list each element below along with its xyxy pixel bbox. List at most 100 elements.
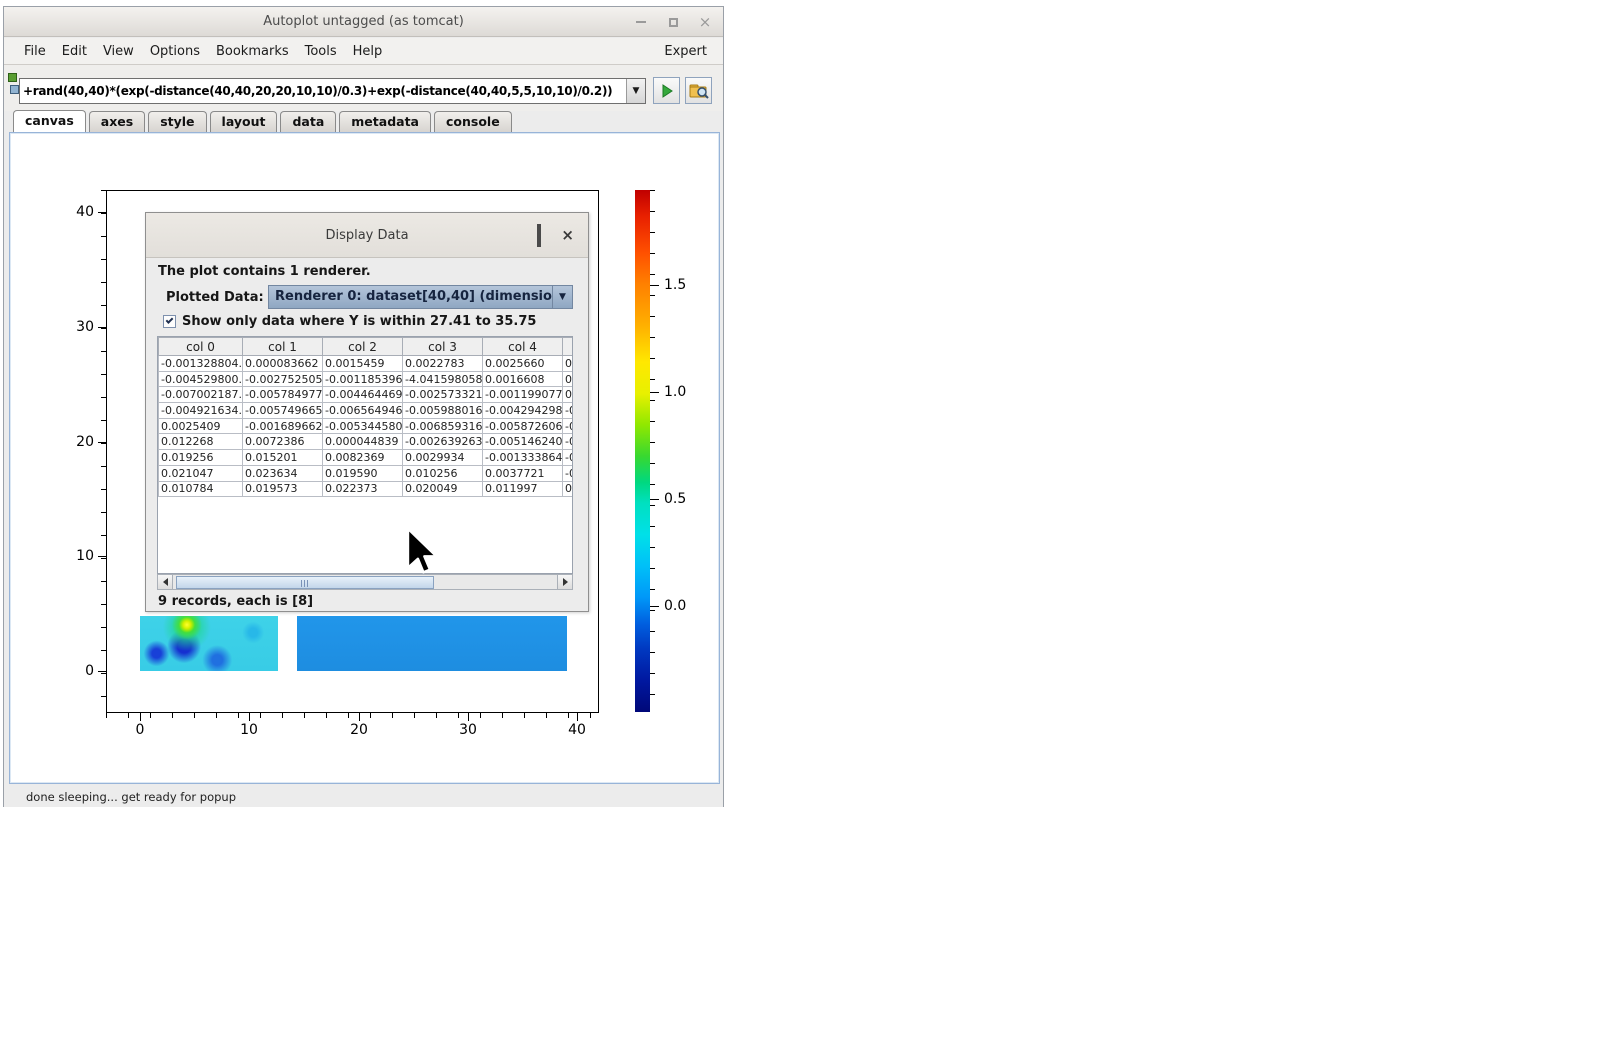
table-cell[interactable]: -0.002752505... <box>243 371 323 387</box>
table-cell[interactable]: 0.0015459 <box>323 356 403 372</box>
menu-bookmarks[interactable]: Bookmarks <box>208 41 297 62</box>
table-cell[interactable]: -0.002573321... <box>403 387 483 403</box>
tab-axes[interactable]: axes <box>89 111 145 132</box>
table-row[interactable]: 0.0107840.0195730.0223730.0200490.011997… <box>159 481 574 497</box>
table-cell[interactable]: 0.022373 <box>323 481 403 497</box>
table-column-header[interactable]: col 4 <box>483 338 563 356</box>
table-cell[interactable]: 0.0016608 <box>483 371 563 387</box>
tab-console[interactable]: console <box>434 111 512 132</box>
plot-canvas[interactable]: 40 30 20 10 0 0 10 20 30 40 <box>9 132 720 784</box>
table-cell[interactable]: -0.004294298... <box>483 403 563 419</box>
table-column-header[interactable] <box>563 338 574 356</box>
table-row[interactable]: -0.004529800...-0.002752505...-0.0011853… <box>159 371 574 387</box>
table-cell[interactable]: 0.012268 <box>159 434 243 450</box>
table-row[interactable]: 0.0210470.0236340.0195900.0102560.003772… <box>159 465 574 481</box>
tab-style[interactable]: style <box>148 111 206 132</box>
minimize-icon[interactable] <box>633 14 649 30</box>
table-cell[interactable]: -0.004529800... <box>159 371 243 387</box>
go-button[interactable] <box>653 77 680 104</box>
table-cell[interactable]: -4.041598058... <box>403 371 483 387</box>
table-cell[interactable]: 0.00 <box>563 356 574 372</box>
table-column-header[interactable]: col 1 <box>243 338 323 356</box>
dialog-titlebar[interactable]: Display Data × <box>146 213 588 258</box>
table-cell[interactable]: -0.007002187... <box>159 387 243 403</box>
table-row[interactable]: -0.007002187...-0.005784977...-0.0044644… <box>159 387 574 403</box>
chevron-down-icon[interactable]: ▼ <box>552 286 572 308</box>
table-cell[interactable]: 0.000083662 <box>243 356 323 372</box>
menu-help[interactable]: Help <box>345 41 391 62</box>
menu-file[interactable]: File <box>16 41 54 62</box>
table-cell[interactable]: -0.002639263... <box>403 434 483 450</box>
table-cell[interactable]: 0.00 <box>563 481 574 497</box>
table-cell[interactable]: -0.005872606... <box>483 418 563 434</box>
table-cell[interactable]: -0.001328804... <box>159 356 243 372</box>
table-cell[interactable]: 0.0037721 <box>483 465 563 481</box>
table-column-header[interactable]: col 3 <box>403 338 483 356</box>
table-column-header[interactable]: col 0 <box>159 338 243 356</box>
table-row[interactable]: 0.0192560.0152010.00823690.0029934-0.001… <box>159 450 574 466</box>
address-input[interactable] <box>20 79 626 103</box>
tab-data[interactable]: data <box>280 111 336 132</box>
dialog-maximize-icon[interactable] <box>537 226 541 245</box>
table-cell[interactable]: 0.020049 <box>403 481 483 497</box>
table-cell[interactable]: 0.019256 <box>159 450 243 466</box>
horizontal-scrollbar[interactable] <box>157 574 573 590</box>
table-cell[interactable]: -0.004464469... <box>323 387 403 403</box>
dialog-close-icon[interactable]: × <box>561 228 574 243</box>
table-cell[interactable]: -0.005146240... <box>483 434 563 450</box>
menu-tools[interactable]: Tools <box>297 41 345 62</box>
table-cell[interactable]: 0.00 <box>563 371 574 387</box>
table-cell[interactable]: 0.010784 <box>159 481 243 497</box>
table-cell[interactable]: -0.001199077... <box>483 387 563 403</box>
table-row[interactable]: 0.0122680.00723860.000044839-0.002639263… <box>159 434 574 450</box>
table-row[interactable]: -0.001328804...0.0000836620.00154590.002… <box>159 356 574 372</box>
scroll-left-button[interactable] <box>158 575 173 589</box>
table-cell[interactable]: -0.006564946... <box>323 403 403 419</box>
table-row[interactable]: -0.004921634...-0.005749665...-0.0065649… <box>159 403 574 419</box>
menu-options[interactable]: Options <box>142 41 208 62</box>
table-cell[interactable]: -0.0 <box>563 418 574 434</box>
data-table-scrollpane[interactable]: col 0col 1col 2col 3col 4 -0.001328804..… <box>157 336 573 574</box>
inspect-file-button[interactable] <box>685 77 712 104</box>
table-cell[interactable]: -0.001185396... <box>323 371 403 387</box>
table-cell[interactable]: 0.0029934 <box>403 450 483 466</box>
table-column-header[interactable]: col 2 <box>323 338 403 356</box>
close-icon[interactable]: × <box>697 14 713 30</box>
maximize-icon[interactable] <box>665 14 681 30</box>
table-cell[interactable]: 0.010256 <box>403 465 483 481</box>
window-titlebar[interactable]: Autoplot untagged (as tomcat) × <box>4 7 723 37</box>
table-cell[interactable]: 0.023634 <box>243 465 323 481</box>
colorbar[interactable] <box>635 190 650 712</box>
filter-checkbox[interactable] <box>163 315 176 328</box>
table-row[interactable]: 0.0025409-0.001689662...-0.005344580...-… <box>159 418 574 434</box>
tab-canvas[interactable]: canvas <box>13 110 86 132</box>
table-cell[interactable]: -0.001689662... <box>243 418 323 434</box>
table-cell[interactable]: 0.0025660 <box>483 356 563 372</box>
table-cell[interactable]: 0.0082369 <box>323 450 403 466</box>
table-cell[interactable]: -0.0 <box>563 434 574 450</box>
table-cell[interactable]: -0.004921634... <box>159 403 243 419</box>
table-cell[interactable]: 0.0022783 <box>403 356 483 372</box>
table-cell[interactable]: 0.000044839 <box>323 434 403 450</box>
table-cell[interactable]: -0.001333864... <box>483 450 563 466</box>
menu-edit[interactable]: Edit <box>54 41 95 62</box>
table-cell[interactable]: -0.005749665... <box>243 403 323 419</box>
table-cell[interactable]: -0.0 <box>563 450 574 466</box>
scrollbar-thumb[interactable] <box>176 576 434 589</box>
table-cell[interactable]: -0.005784977... <box>243 387 323 403</box>
tab-layout[interactable]: layout <box>210 111 278 132</box>
table-cell[interactable]: 0.019573 <box>243 481 323 497</box>
expert-menu[interactable]: Expert <box>662 41 709 62</box>
address-dropdown-button[interactable]: ▼ <box>626 79 645 103</box>
tab-metadata[interactable]: metadata <box>339 111 431 132</box>
table-cell[interactable]: -0.0 <box>563 465 574 481</box>
table-cell[interactable]: -0.006859316... <box>403 418 483 434</box>
table-cell[interactable]: 0.0025409 <box>159 418 243 434</box>
table-cell[interactable]: 0.015201 <box>243 450 323 466</box>
plotted-data-combo[interactable]: Renderer 0: dataset[40,40] (dimension...… <box>268 285 573 309</box>
table-cell[interactable]: 0.021047 <box>159 465 243 481</box>
table-cell[interactable]: 0.019590 <box>323 465 403 481</box>
table-cell[interactable]: 0.011997 <box>483 481 563 497</box>
table-cell[interactable]: -0.0 <box>563 403 574 419</box>
scroll-right-button[interactable] <box>557 575 572 589</box>
